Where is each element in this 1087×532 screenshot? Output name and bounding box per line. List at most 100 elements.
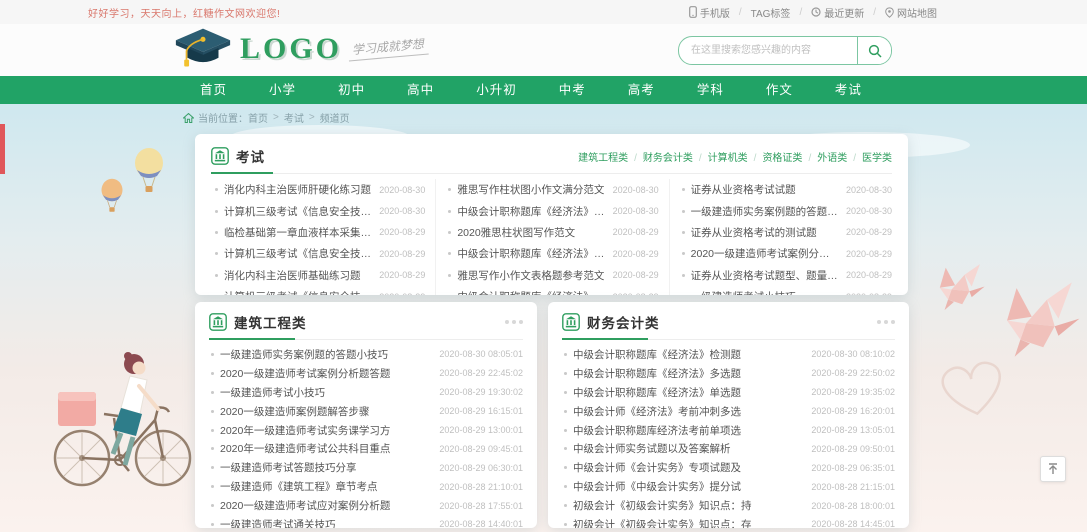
article-title: 2020一级建造师案例题解答步骤 xyxy=(220,405,370,418)
article-link[interactable]: 一级建造师实务案例题的答题小技巧 2020-08-30 xyxy=(680,200,892,221)
bullet-icon xyxy=(211,447,214,451)
article-link[interactable]: 中级会计职称题库经济法考前单项选 2020-08-29 13:05:01 xyxy=(562,421,895,440)
bullet-icon xyxy=(564,371,567,375)
topbar-link-sitemap[interactable]: 网站地图 xyxy=(864,5,937,20)
article-link[interactable]: 中级会计职称题库《经济法》单选题 2020-08-29 19:35:02 xyxy=(562,383,895,402)
topbar-link-recent[interactable]: 最近更新 xyxy=(790,5,864,20)
search-input[interactable] xyxy=(679,37,857,64)
category-link[interactable]: 资格证类 xyxy=(748,149,802,164)
bullet-icon xyxy=(448,230,452,234)
article-link[interactable]: 2020一级建造师考试案例分析题答题 2020-08-29 22:45:02 xyxy=(209,364,523,383)
article-link[interactable]: 初级会计《初级会计实务》知识点：持 2020-08-28 18:00:01 xyxy=(562,496,895,515)
more-icon[interactable] xyxy=(874,320,895,324)
breadcrumb-home[interactable]: 首页 xyxy=(248,110,268,125)
bullet-icon xyxy=(211,352,214,356)
article-link[interactable]: 一级建造师考试小技巧 2020-08-29 19:30:02 xyxy=(209,383,523,402)
article-link[interactable]: 一级建造师《建筑工程》章节考点 2020-08-28 21:10:01 xyxy=(209,477,523,496)
category-link[interactable]: 医学类 xyxy=(847,149,892,164)
article-link[interactable]: 中级会计师《会计实务》专项试题及 2020-08-29 06:35:01 xyxy=(562,458,895,477)
category-link[interactable]: 计算机类 xyxy=(693,149,748,164)
article-link[interactable]: 中级会计职称题库《经济法》检测题 2020-08-30 08:10:02 xyxy=(562,345,895,364)
article-link[interactable]: 雅思写作柱状图小作文满分范文 2020-08-30 xyxy=(446,179,659,200)
article-link[interactable]: 中级会计职称题库《经济法》单选题练习 2020-08-29 xyxy=(446,286,658,295)
bullet-icon xyxy=(215,188,218,192)
article-link[interactable]: 初级会计《初级会计实务》知识点：存 2020-08-28 14:45:01 xyxy=(562,515,895,528)
article-time: 2020-08-29 13:05:01 xyxy=(811,425,895,435)
bullet-icon xyxy=(564,504,567,508)
article-link[interactable]: 中级会计职称题库《经济法》检测题 2020-08-30 xyxy=(446,200,659,221)
breadcrumb-exam[interactable]: 考试 xyxy=(284,110,304,125)
article-list: 中级会计职称题库《经济法》检测题 2020-08-30 08:10:02 中级会… xyxy=(562,340,895,528)
article-link[interactable]: 计算机三级考试《信息安全技术》练习题与答 2020-08-29 xyxy=(213,243,425,264)
article-link[interactable]: 消化内科主治医师肝硬化练习题 2020-08-30 xyxy=(213,179,425,200)
article-link[interactable]: 中级会计职称题库《经济法》多选题练习 2020-08-29 xyxy=(446,243,659,264)
article-time: 2020-08-29 16:20:01 xyxy=(811,406,895,417)
logo[interactable]: LOGO xyxy=(172,27,342,71)
title-underline xyxy=(211,172,273,174)
category-link[interactable]: 财务会计类 xyxy=(628,149,693,164)
article-title: 一级建造师考试小技巧 xyxy=(220,386,325,399)
article-date: 2020-08-30 xyxy=(612,184,659,195)
nav-item[interactable]: 高考 xyxy=(628,76,655,104)
article-date: 2020-08-29 xyxy=(379,292,425,295)
nav-item[interactable]: 初中 xyxy=(338,76,365,104)
article-link[interactable]: 2020一级建造师案例题解答步骤 2020-08-29 16:15:01 xyxy=(209,402,523,421)
search-button[interactable] xyxy=(857,37,891,64)
article-link[interactable]: 2020雅思柱状图写作范文 2020-08-29 xyxy=(446,222,659,243)
article-link[interactable]: 计算机三级考试《信息安全技术》练习题及答 2020-08-30 xyxy=(213,200,425,221)
sitemap-pin-icon xyxy=(885,6,894,18)
article-link[interactable]: 一级建造师考试答题技巧分享 2020-08-29 06:30:01 xyxy=(209,458,523,477)
article-link[interactable]: 计算机三级考试《信息安全技术》练习题含答 2020-08-29 xyxy=(213,286,425,295)
article-link[interactable]: 中级会计师《经济法》考前冲刺多选 2020-08-29 16:20:01 xyxy=(562,402,895,421)
nav-item[interactable]: 作文 xyxy=(766,76,793,104)
article-link[interactable]: 一级建造师考试通关技巧 2020-08-28 14:40:01 xyxy=(209,515,523,528)
article-link[interactable]: 临检基础第一章血液样本采集和血涂片制备试 2020-08-29 xyxy=(213,222,425,243)
nav-item[interactable]: 首页 xyxy=(200,76,227,104)
back-to-top-button[interactable] xyxy=(1040,456,1066,482)
nav-item[interactable]: 小升初 xyxy=(476,76,517,104)
article-link[interactable]: 消化内科主治医师基础练习题 2020-08-29 xyxy=(213,265,425,286)
article-date: 2020-08-29 xyxy=(379,248,426,259)
topbar-link-mobile[interactable]: 手机版 xyxy=(688,5,730,20)
bullet-icon xyxy=(448,252,452,256)
cyclist-illustration xyxy=(53,352,192,487)
article-link[interactable]: 2020年一级建造师考试公共科目重点 2020-08-29 09:45:01 xyxy=(209,439,523,458)
article-time: 2020-08-29 13:00:01 xyxy=(439,425,523,435)
more-icon[interactable] xyxy=(502,320,523,324)
exam-article-column: 消化内科主治医师肝硬化练习题 2020-08-30 计算机三级考试《信息安全技术… xyxy=(211,179,437,295)
article-title: 初级会计《初级会计实务》知识点：持 xyxy=(573,500,752,513)
article-title: 雅思写作柱状图小作文满分范文 xyxy=(457,184,605,197)
topbar-link-tags[interactable]: TAG标签 xyxy=(730,5,791,20)
category-link[interactable]: 外语类 xyxy=(802,149,847,164)
article-link[interactable]: 中级会计师《中级会计实务》提分试 2020-08-28 21:15:01 xyxy=(562,477,895,496)
magnifier-icon xyxy=(868,44,882,58)
article-time: 2020-08-29 19:30:02 xyxy=(439,387,523,398)
article-link[interactable]: 证券从业资格考试试题 2020-08-30 xyxy=(680,179,892,200)
nav-item[interactable]: 考试 xyxy=(835,76,862,104)
article-link[interactable]: 2020一级建造师考试案例分析题答题五大要 2020-08-29 xyxy=(680,243,892,264)
article-date: 2020-08-29 xyxy=(612,248,659,259)
nav-item[interactable]: 小学 xyxy=(269,76,296,104)
article-link[interactable]: 2020一级建造师考试应对案例分析题 2020-08-28 17:55:01 xyxy=(209,496,523,515)
nav-item[interactable]: 高中 xyxy=(407,76,434,104)
category-link[interactable]: 建筑工程类 xyxy=(578,149,628,164)
article-date: 2020-08-30 xyxy=(379,206,426,217)
exam-article-column: 证券从业资格考试试题 2020-08-30 一级建造师实务案例题的答题小技巧 2… xyxy=(670,179,892,295)
article-link[interactable]: 证券从业资格考试的测试题 2020-08-29 xyxy=(680,222,892,243)
article-link[interactable]: 雅思写作小作文表格题参考范文 2020-08-29 xyxy=(446,265,659,286)
bullet-icon xyxy=(448,209,452,213)
nav-item[interactable]: 学科 xyxy=(697,76,724,104)
topbar-links: 手机版 TAG标签 最近更新 网站地图 xyxy=(688,5,937,20)
bullet-icon xyxy=(564,485,567,489)
article-link[interactable]: 中级会计职称题库《经济法》多选题 2020-08-29 22:50:02 xyxy=(562,364,895,383)
topbar: 好好学习，天天向上，红糖作文网欢迎您! 手机版 TAG标签 最近更新 网站地图 xyxy=(0,0,1087,25)
article-link[interactable]: 一级建造师实务案例题的答题小技巧 2020-08-30 08:05:01 xyxy=(209,345,523,364)
nav-item[interactable]: 中考 xyxy=(559,76,586,104)
article-link[interactable]: 证券从业资格考试题型、题量和分值 2020-08-29 xyxy=(680,265,892,286)
article-link[interactable]: 中级会计师实务试题以及答案解析 2020-08-29 09:50:01 xyxy=(562,439,895,458)
article-date: 2020-08-29 xyxy=(845,248,892,259)
article-link[interactable]: 2020年一级建造师考试实务课学习方 2020-08-29 13:00:01 xyxy=(209,421,523,440)
section-title: 财务会计类 xyxy=(587,316,660,331)
article-link[interactable]: 一级建造师考试小技巧 2020-08-29 xyxy=(680,286,892,295)
origami-crane-icon xyxy=(939,264,985,311)
